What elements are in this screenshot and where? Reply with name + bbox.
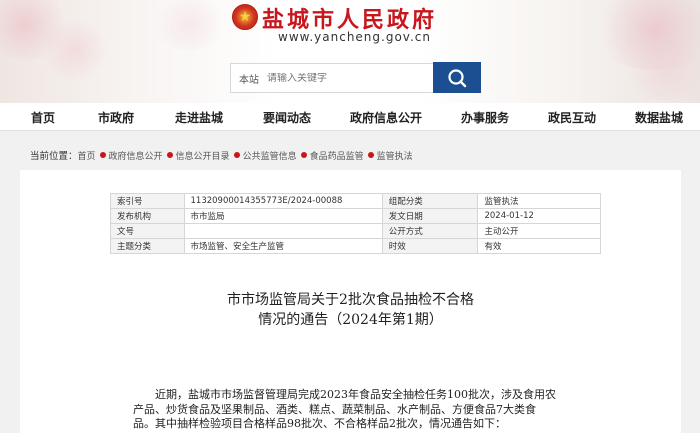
table-row: 文号 公开方式 主动公开 <box>110 223 601 239</box>
breadcrumb-separator-icon <box>367 152 374 158</box>
article-title-line: 市市场监管局关于2批次食品抽检不合格 <box>227 292 474 308</box>
meta-key: 发文日期 <box>381 208 479 224</box>
search-icon <box>448 68 467 87</box>
breadcrumb-separator-icon <box>233 152 240 158</box>
breadcrumb-label: 公共监管信息 <box>242 151 297 162</box>
breadcrumb-label: 首页 <box>77 151 96 162</box>
breadcrumb-item[interactable]: 监管执法 <box>377 149 413 162</box>
breadcrumb-item[interactable]: 首页 <box>78 149 96 162</box>
meta-key: 主题分类 <box>110 238 185 254</box>
blossom-decoration <box>620 40 700 100</box>
article-body-line: 近期，盐城市市场监督管理局完成2023年食品安全抽检任务100批次，涉及食用农 <box>133 388 556 401</box>
nav-item-info-disclosure[interactable]: 政府信息公开 <box>350 109 422 126</box>
meta-key: 发布机构 <box>110 208 185 224</box>
article-body-line: 产品、炒货食品及坚果制品、酒类、糕点、蔬菜制品、水产制品、方便食品7大类食 <box>133 402 536 416</box>
table-row: 发布机构 市市监局 发文日期 2024-01-12 <box>110 208 601 224</box>
search-scope[interactable]: 本站 <box>239 71 259 86</box>
nav-item-services[interactable]: 办事服务 <box>461 109 509 126</box>
table-row: 主题分类 市场监管、安全生产监管 时效 有效 <box>110 238 601 254</box>
table-row: 索引号 11320900014355773E/2024-00088 组配分类 监… <box>110 193 601 209</box>
breadcrumb-item[interactable]: 政府信息公开 <box>109 149 163 162</box>
search-button[interactable] <box>433 62 481 93</box>
meta-value: 有效 <box>477 238 601 254</box>
nav-item-interaction[interactable]: 政民互动 <box>548 109 596 126</box>
search-box: 本站 <box>230 63 434 93</box>
site-url: www.yancheng.gov.cn <box>278 30 431 44</box>
article-body-line: 品。其中抽样检验项目合格样品98批次、不合格样品2批次，情况通告如下： <box>133 417 506 430</box>
article-title-line: 情况的通告（2024年第1期） <box>258 312 443 328</box>
breadcrumb-item[interactable]: 信息公开目录 <box>176 149 230 162</box>
meta-value: 市市监局 <box>183 208 383 224</box>
document-meta-table: 索引号 11320900014355773E/2024-00088 组配分类 监… <box>110 193 601 254</box>
breadcrumb-item[interactable]: 食品药品监管 <box>310 149 364 162</box>
blossom-decoration <box>150 0 230 50</box>
content-panel: 索引号 11320900014355773E/2024-00088 组配分类 监… <box>20 170 681 433</box>
meta-value: 市场监管、安全生产监管 <box>183 238 383 254</box>
main-nav: 首页 市政府 走进盐城 要闻动态 政府信息公开 办事服务 政民互动 数据盐城 <box>0 103 700 131</box>
meta-value: 主动公开 <box>477 223 601 239</box>
nav-item-news[interactable]: 要闻动态 <box>263 109 311 126</box>
header-banner: 盐城市人民政府 www.yancheng.gov.cn 本站 <box>0 0 700 103</box>
breadcrumb-item[interactable]: 公共监管信息 <box>243 149 297 162</box>
search-input[interactable] <box>267 72 407 84</box>
national-emblem-icon <box>232 4 258 30</box>
meta-key: 组配分类 <box>381 193 479 209</box>
meta-key: 公开方式 <box>381 223 479 239</box>
meta-value: 2024-01-12 <box>477 208 601 224</box>
breadcrumb-separator-icon <box>300 152 307 158</box>
breadcrumb-label: 监管执法 <box>376 151 413 162</box>
nav-item-about-yancheng[interactable]: 走进盐城 <box>175 109 223 126</box>
breadcrumb-separator-icon <box>166 152 173 158</box>
article-body: 近期，盐城市市场监督管理局完成2023年食品安全抽检任务100批次，涉及食用农 … <box>133 388 573 432</box>
blossom-decoration <box>40 20 110 80</box>
breadcrumb-lead: 当前位置： <box>30 151 78 162</box>
meta-key: 索引号 <box>110 193 185 209</box>
meta-key: 文号 <box>110 223 185 239</box>
meta-value <box>183 223 383 239</box>
nav-item-home[interactable]: 首页 <box>31 109 55 126</box>
meta-value: 监管执法 <box>477 193 601 209</box>
breadcrumb-separator-icon <box>99 152 106 158</box>
meta-value: 11320900014355773E/2024-00088 <box>183 193 383 209</box>
breadcrumb-label: 信息公开目录 <box>175 151 230 162</box>
breadcrumb: 当前位置： 首页 政府信息公开 信息公开目录 公共监管信息 食品药品监管 监管执… <box>30 148 413 162</box>
nav-item-data[interactable]: 数据盐城 <box>635 109 683 126</box>
breadcrumb-label: 政府信息公开 <box>108 151 163 162</box>
meta-key: 时效 <box>381 238 479 254</box>
breadcrumb-label: 食品药品监管 <box>309 151 364 162</box>
nav-item-government[interactable]: 市政府 <box>98 109 134 126</box>
